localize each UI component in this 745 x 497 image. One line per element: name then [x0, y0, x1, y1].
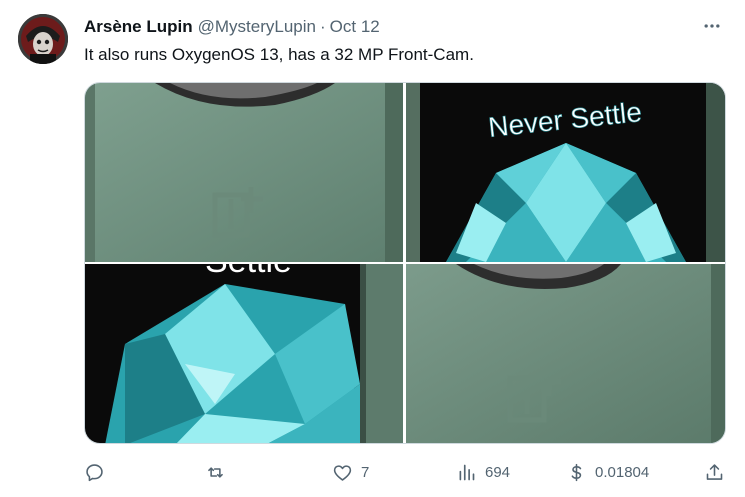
- tweet-date[interactable]: Oct 12: [330, 17, 380, 37]
- media-image-2[interactable]: Never Settle: [406, 83, 725, 262]
- heart-icon: [333, 464, 352, 481]
- more-icon: [704, 24, 720, 28]
- views-button[interactable]: 694: [456, 458, 510, 486]
- tweet-text: It also runs OxygenOS 13, has a 32 MP Fr…: [84, 45, 474, 64]
- dollar-icon: [571, 463, 582, 481]
- more-button[interactable]: [699, 13, 725, 39]
- tip-amount: 0.01804: [595, 463, 650, 481]
- like-count: 7: [361, 463, 370, 481]
- tweet-header: Arsène Lupin @MysteryLupin · Oct 12: [84, 16, 725, 38]
- action-bar: 7 694 0.01804: [84, 458, 726, 486]
- avatar[interactable]: [18, 14, 68, 64]
- tip-button[interactable]: 0.01804: [566, 458, 649, 486]
- media-caption-settle: Settle: [205, 264, 292, 280]
- author-name[interactable]: Arsène Lupin: [84, 17, 193, 37]
- share-icon: [706, 463, 723, 480]
- retweet-icon: [208, 466, 223, 478]
- author-handle[interactable]: @MysteryLupin: [198, 17, 316, 37]
- views-count: 694: [485, 463, 511, 481]
- reply-icon: [86, 463, 103, 481]
- like-button[interactable]: 7: [332, 458, 369, 486]
- media-image-4[interactable]: [406, 264, 725, 443]
- separator-dot: ·: [319, 17, 326, 36]
- media-image-1[interactable]: [85, 83, 403, 262]
- media-image-3[interactable]: Settle: [85, 264, 403, 443]
- reply-button[interactable]: [84, 458, 113, 486]
- media-grid[interactable]: Never Settle Settle: [84, 82, 726, 444]
- share-button[interactable]: [704, 458, 725, 486]
- retweet-button[interactable]: [205, 458, 234, 486]
- views-icon: [459, 464, 475, 480]
